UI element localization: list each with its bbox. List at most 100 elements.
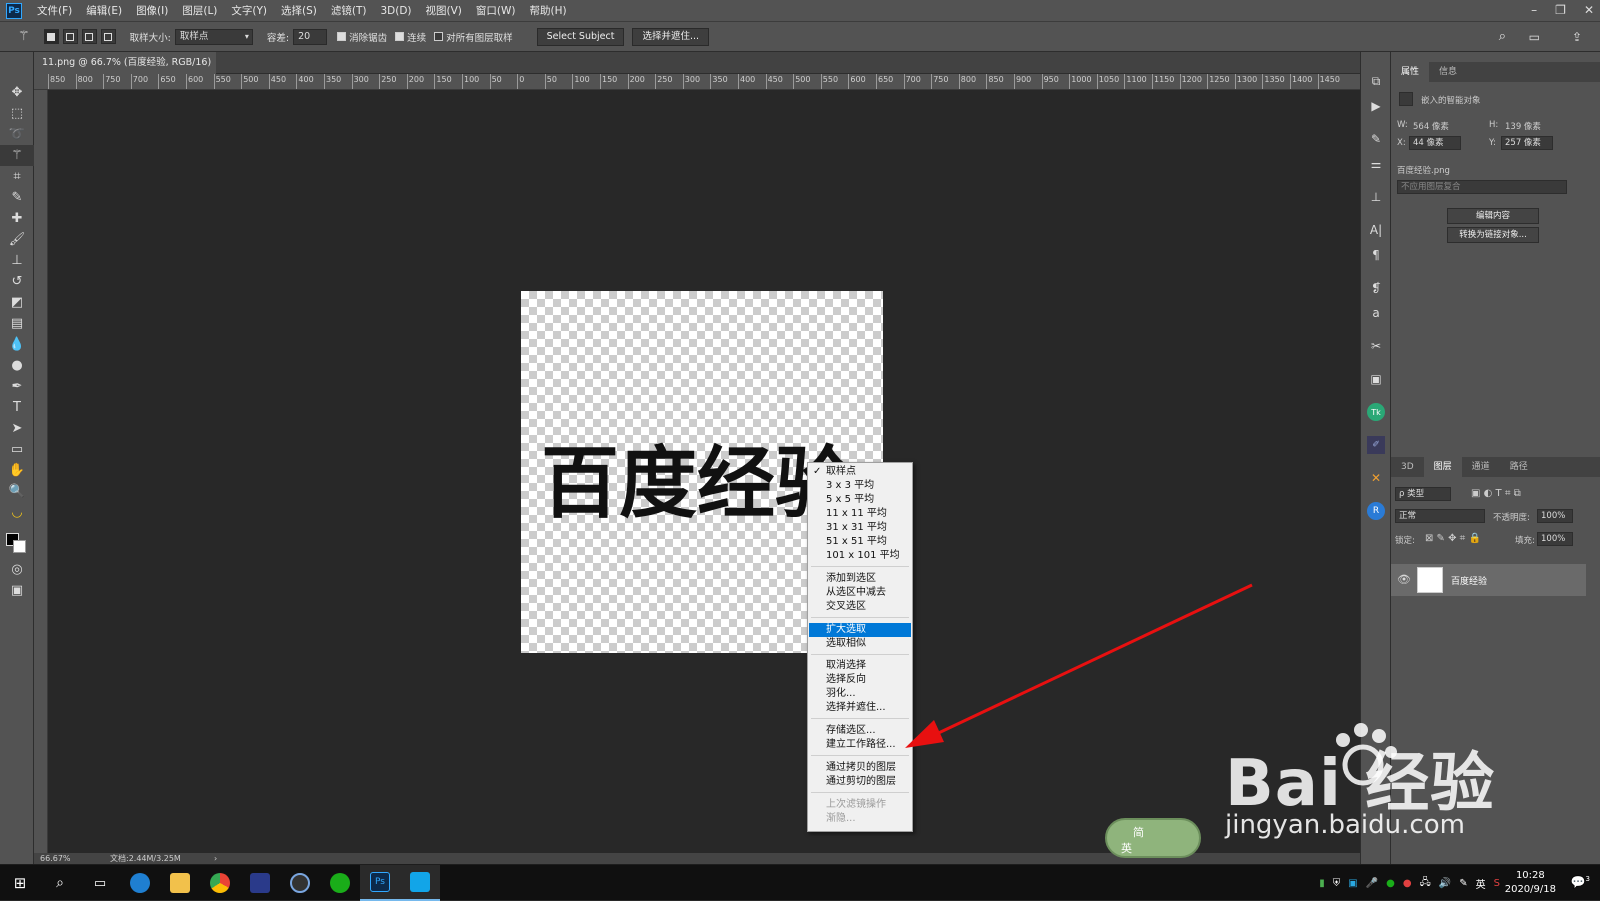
menu-item-11x11[interactable]: 11 x 11 平均 [809,507,911,521]
plugin-edit-icon[interactable]: ✐ [1361,434,1391,456]
magic-wand-tool-icon[interactable]: ⚚ [0,145,34,166]
eyedropper-tool-icon[interactable]: ✎ [0,187,34,208]
banana-icon[interactable]: ◡ [0,502,34,523]
new-selection-icon[interactable] [43,29,59,44]
color-swatches[interactable] [0,523,34,559]
search-button[interactable]: ⌕ [40,865,80,901]
select-subject-button[interactable]: Select Subject [536,27,625,46]
taskbar-app-photoshop[interactable]: Ps [360,865,400,901]
layer-row[interactable]: 👁 百度经验 [1391,564,1586,596]
filter-icons[interactable]: ▣ ◐ T ⌗ ⧉ [1471,488,1521,499]
task-view-button[interactable]: ▭ [80,865,120,901]
hand-tool-icon[interactable]: ✋ [0,460,34,481]
menu-layer[interactable]: 图层(L) [175,0,224,22]
notification-icon[interactable]: 💬3 [1571,875,1590,889]
document-tab[interactable]: 11.png @ 66.7% (百度经验, RGB/16) * × [34,52,216,90]
menu-3d[interactable]: 3D(D) [373,0,418,22]
quick-mask-icon[interactable]: ◎ [0,559,34,580]
type-tool-icon[interactable]: T [0,397,34,418]
menu-item-inverse[interactable]: 选择反向 [809,673,911,687]
zoom-tool-icon[interactable]: 🔍 [0,481,34,502]
antialias-checkbox[interactable] [337,32,347,41]
tolerance-input[interactable]: 20 [293,28,328,45]
eye-icon[interactable]: 👁 [1397,573,1411,586]
menu-item-intersect-selection[interactable]: 交叉选区 [809,600,911,614]
lasso-tool-icon[interactable]: ➰ [0,124,34,145]
glyphs-icon[interactable]: ❡ [1361,277,1391,299]
layer-comp-select[interactable]: 不应用图层复合 [1397,180,1567,194]
tray-network-icon[interactable]: 🖧 [1420,875,1431,892]
menu-item-grow[interactable]: 扩大选取 [809,623,911,637]
tray-wechat-icon[interactable]: ● [1386,878,1395,889]
x-field[interactable]: 44 像素 [1409,136,1461,150]
crop-tool-icon[interactable]: ⌗ [0,166,34,187]
taskbar-app-browser[interactable] [120,865,160,901]
tray-pen-icon[interactable]: ✎ [1459,878,1467,889]
select-and-mask-button[interactable]: 选择并遮住... [632,27,710,46]
tray-app-icon[interactable]: ▣ [1348,878,1357,889]
subtract-selection-icon[interactable] [81,29,97,44]
y-field[interactable]: 257 像素 [1501,136,1553,150]
taskbar-app-wechat[interactable] [320,865,360,901]
paragraph-icon[interactable]: ¶ [1361,244,1391,266]
photoshop-logo[interactable]: Ps [6,2,22,19]
minimize-icon[interactable]: – [1531,0,1537,20]
dodge-tool-icon[interactable]: ● [0,355,34,376]
tray-shield-icon[interactable]: ⛨ [1333,878,1341,889]
plugin-cross-icon[interactable]: ✕ [1361,467,1391,489]
search-icon[interactable]: ⌕ [1499,29,1506,44]
tab-info[interactable]: 信息 [1429,62,1467,82]
menu-item-deselect[interactable]: 取消选择 [809,659,911,673]
menu-file[interactable]: 文件(F) [30,0,79,22]
blur-tool-icon[interactable]: 💧 [0,334,34,355]
menu-item-layer-via-cut[interactable]: 通过剪切的图层 [809,775,911,789]
opacity-field[interactable]: 100% [1537,509,1573,523]
menu-help[interactable]: 帮助(H) [523,0,574,22]
plugin-r-icon[interactable]: R [1361,500,1391,522]
tab-properties[interactable]: 属性 [1391,62,1430,82]
layer-filter-select[interactable]: ρ 类型 [1395,487,1451,501]
fill-field[interactable]: 100% [1537,532,1573,546]
contiguous-checkbox[interactable] [395,32,405,41]
character-icon[interactable]: A| [1361,219,1391,241]
play-icon[interactable]: ▶ [1361,95,1391,117]
menu-item-layer-via-copy[interactable]: 通过拷贝的图层 [809,761,911,775]
tray-mic-icon[interactable]: 🎤 [1366,878,1378,889]
menu-filter[interactable]: 滤镜(T) [324,0,374,22]
menu-view[interactable]: 视图(V) [419,0,469,22]
zoom-level[interactable]: 66.67% [40,853,71,864]
menu-item-101x101[interactable]: 101 x 101 平均 [809,549,911,563]
history-icon[interactable]: ⧉ [1361,70,1391,92]
char-style-icon[interactable]: a [1361,302,1391,324]
taskbar-app-screenshot[interactable] [400,865,440,901]
restore-icon[interactable]: ❐ [1555,0,1566,20]
all-layers-checkbox[interactable] [434,32,444,41]
taskbar-app-editor[interactable] [240,865,280,901]
tab-3d[interactable]: 3D [1391,457,1424,477]
tray-sogou-icon[interactable]: S [1494,878,1500,889]
close-icon[interactable]: ✕ [1584,0,1594,20]
clone-source-icon[interactable]: ⊥ [1361,186,1391,208]
taskbar-app-chrome[interactable] [200,865,240,901]
stamp-tool-icon[interactable]: ⊥ [0,250,34,271]
canvas-area[interactable]: 百度经验 [48,90,1360,853]
w-value[interactable]: 564 像素 [1413,120,1449,132]
menu-item-select-and-mask[interactable]: 选择并遮住... [809,701,911,715]
tools-icon[interactable]: ✂ [1361,335,1391,357]
workspace-icon[interactable]: ▭ [1529,30,1540,44]
menu-item-subtract-selection[interactable]: 从选区中减去 [809,586,911,600]
taskbar-app-camera[interactable] [280,865,320,901]
menu-item-51x51[interactable]: 51 x 51 平均 [809,535,911,549]
menu-item-add-to-selection[interactable]: 添加到选区 [809,572,911,586]
healing-brush-icon[interactable]: ✚ [0,208,34,229]
move-tool-icon[interactable]: ✥ [0,82,34,103]
sample-size-select[interactable]: 取样点 ▾ [174,28,253,45]
menu-image[interactable]: 图像(I) [129,0,175,22]
marquee-tool-icon[interactable]: ⬚ [0,103,34,124]
history-brush-icon[interactable]: ↺ [0,271,34,292]
menu-item-3x3[interactable]: 3 x 3 平均 [809,479,911,493]
taskbar-app-explorer[interactable] [160,865,200,901]
blend-mode-select[interactable]: 正常 [1395,509,1485,523]
brush-settings-icon[interactable]: ✎ [1361,128,1391,150]
menu-edit[interactable]: 编辑(E) [79,0,129,22]
